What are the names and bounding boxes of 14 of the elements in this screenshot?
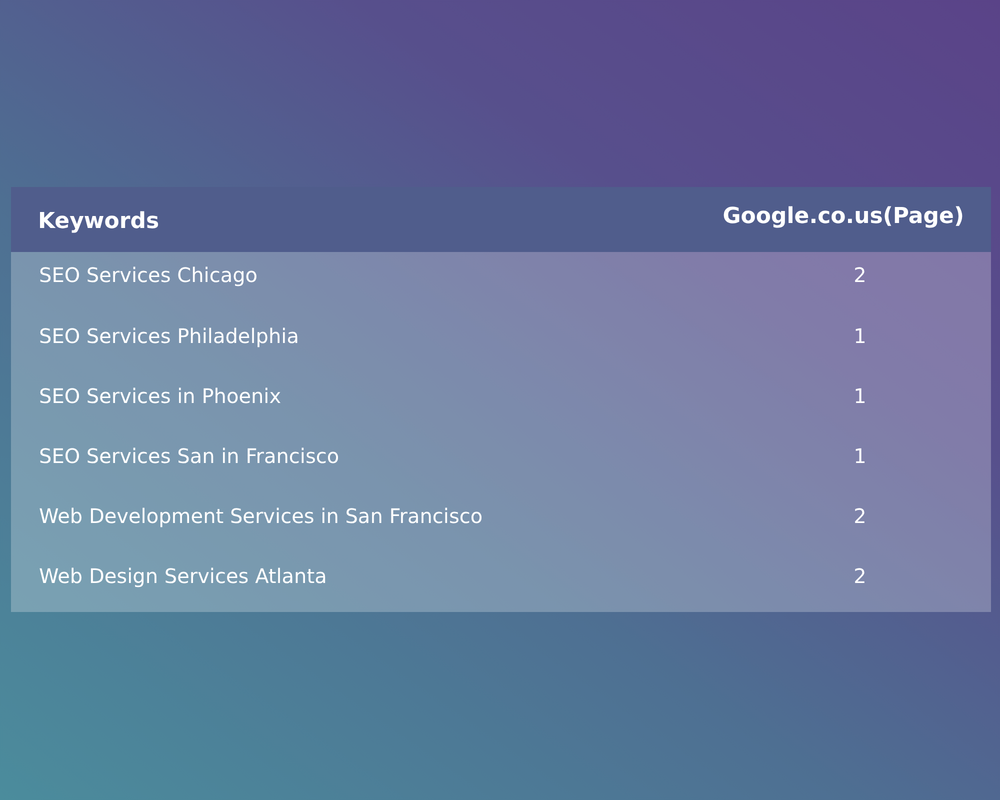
page-cell-text: 1 [852,323,868,350]
keyword-cell-text: SEO Services Philadelphia [38,323,300,350]
keyword-cell-text: Web Design Services Atlanta [38,563,328,590]
page-cell-text: 2 [852,563,868,590]
page-cell-text: 1 [852,443,868,470]
page-cell-text: 1 [852,383,868,410]
keyword-cell-text: SEO Services Chicago [38,262,259,289]
keyword-cell-text: SEO Services San in Francisco [38,443,340,470]
column-header: Keywords [37,208,160,236]
column-header: Google.co.us(Page) [722,203,965,231]
page-cell-text: 2 [852,503,868,530]
page-cell-text: 2 [852,262,868,289]
keyword-cell-text: Web Development Services in San Francisco [38,503,484,530]
keyword-cell-text: SEO Services in Phoenix [38,383,282,410]
